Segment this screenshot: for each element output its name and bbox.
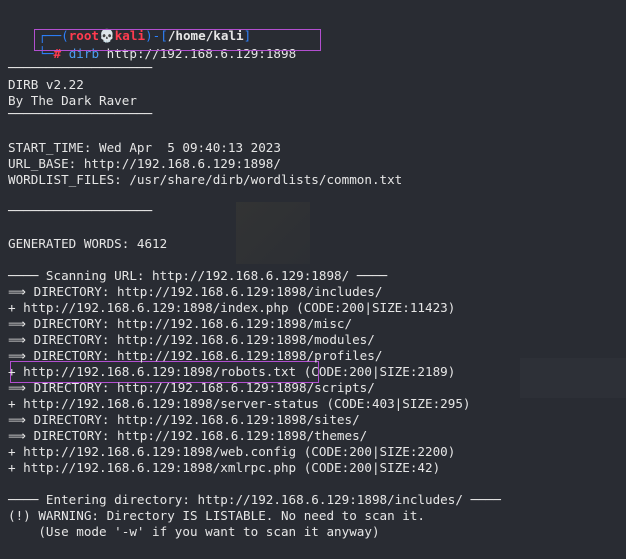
output-line: GENERATED WORDS: 4612 (8, 236, 168, 251)
output-line: ─────────────────── (8, 203, 153, 218)
output-line: + http://192.168.6.129:1898/server-statu… (8, 396, 471, 411)
output-line: URL_BASE: http://192.168.6.129:1898/ (8, 156, 281, 171)
background-poster-image (236, 202, 310, 264)
output-line: + http://192.168.6.129:1898/robots.txt (… (8, 364, 456, 379)
output-line: ─────────────────── (8, 60, 153, 75)
output-line: ⟹ DIRECTORY: http://192.168.6.129:1898/s… (8, 380, 375, 395)
output-line: DIRB v2.22 (8, 77, 84, 92)
output-line: ⟹ DIRECTORY: http://192.168.6.129:1898/i… (8, 284, 383, 299)
output-line: START_TIME: Wed Apr 5 09:40:13 2023 (8, 140, 281, 155)
output-line: WORDLIST_FILES: /usr/share/dirb/wordlist… (8, 172, 403, 187)
output-line: ──── Entering directory: http://192.168.… (8, 492, 501, 507)
output-line: ⟹ DIRECTORY: http://192.168.6.129:1898/p… (8, 348, 383, 363)
output-line: + http://192.168.6.129:1898/xmlrpc.php (… (8, 460, 441, 475)
output-line: (Use mode '-w' if you want to scan it an… (8, 524, 380, 539)
output-line: ⟹ DIRECTORY: http://192.168.6.129:1898/t… (8, 428, 368, 443)
output-line: ─────────────────── (8, 106, 153, 121)
output-line: ──── Scanning URL: http://192.168.6.129:… (8, 268, 388, 283)
output-line: ⟹ DIRECTORY: http://192.168.6.129:1898/m… (8, 316, 353, 331)
background-ghost-text-bar (520, 358, 626, 398)
output-line: + http://192.168.6.129:1898/index.php (C… (8, 300, 456, 315)
output-line: ⟹ DIRECTORY: http://192.168.6.129:1898/s… (8, 412, 360, 427)
output-line: ⟹ DIRECTORY: http://192.168.6.129:1898/m… (8, 332, 375, 347)
output-line: (!) WARNING: Directory IS LISTABLE. No n… (8, 508, 426, 523)
terminal-window[interactable]: ┌──(root💀kali)-[/home/kali] └─# dirb htt… (0, 0, 626, 559)
command-highlight-box (34, 29, 321, 51)
output-line: + http://192.168.6.129:1898/web.config (… (8, 444, 456, 459)
